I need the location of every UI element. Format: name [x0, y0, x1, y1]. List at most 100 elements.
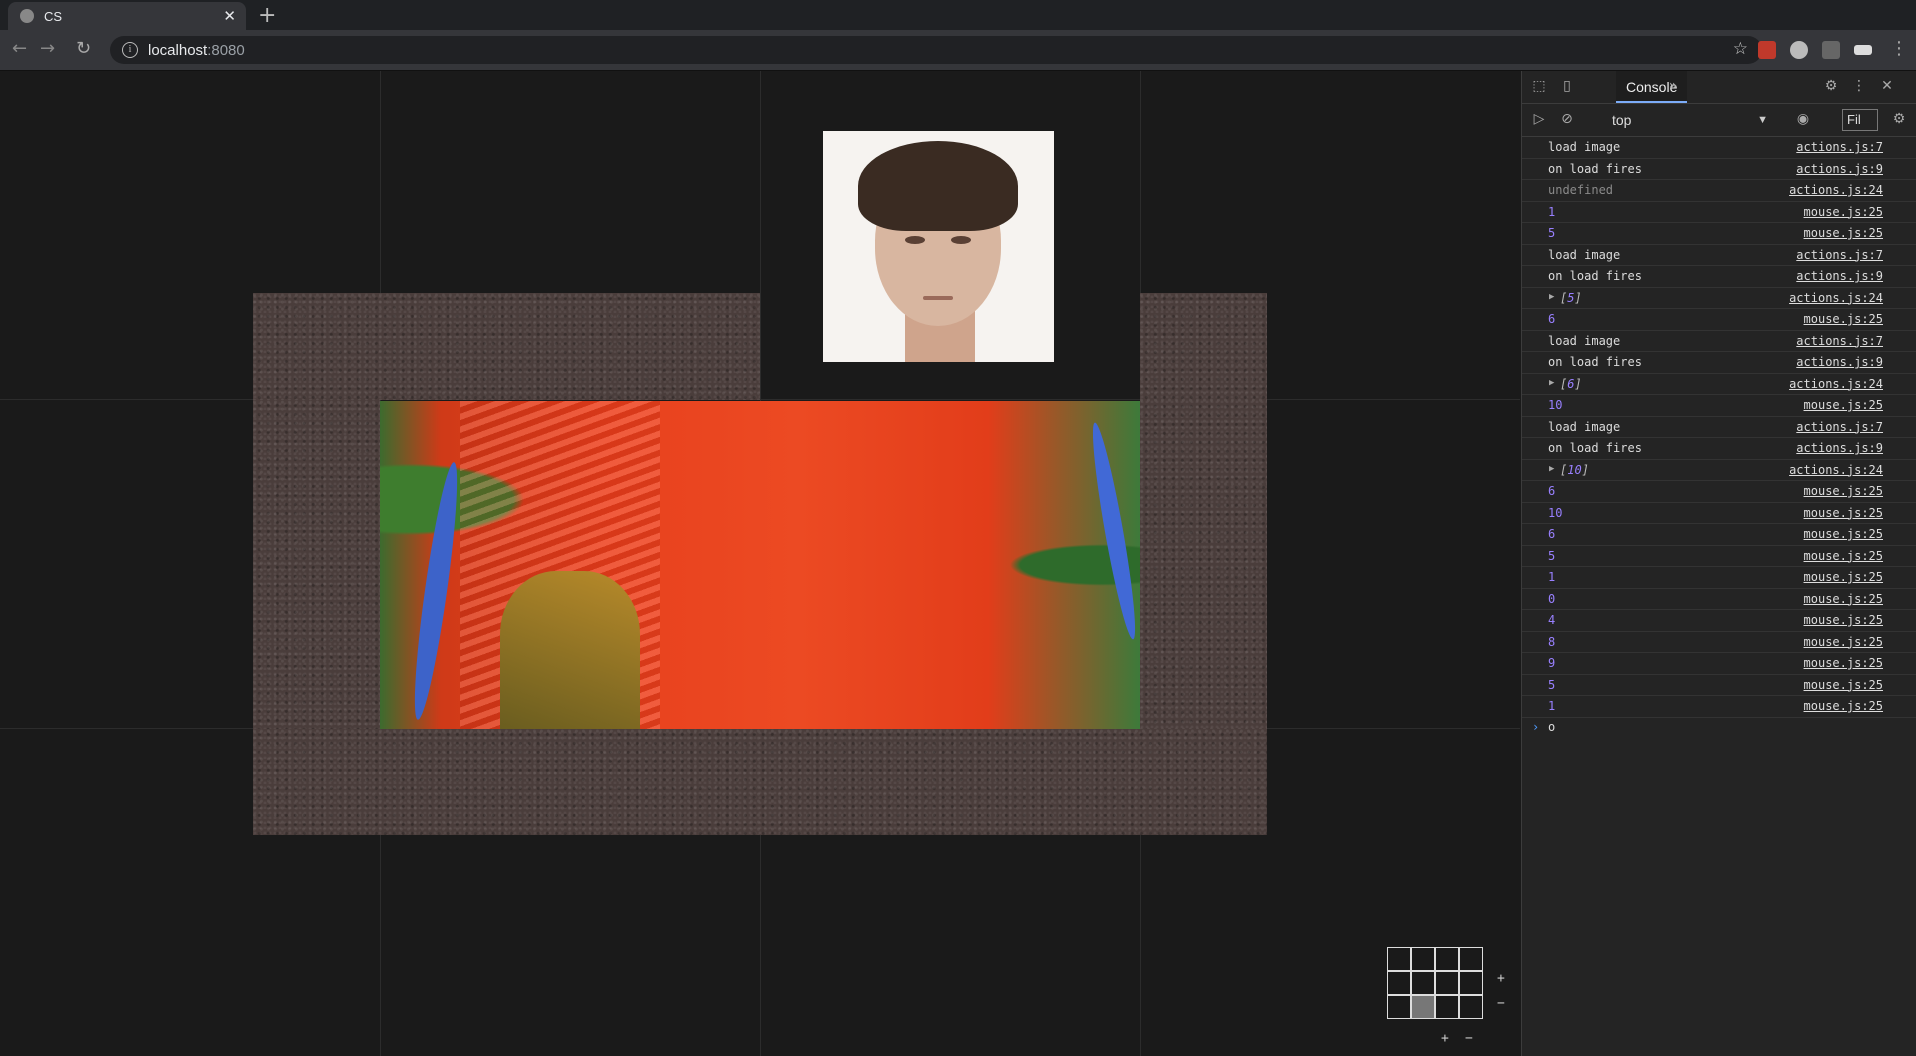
source-link[interactable]: mouse.js:25	[1804, 398, 1883, 412]
back-arrow-icon[interactable]: ←	[12, 38, 27, 59]
info-icon[interactable]: i	[122, 42, 138, 58]
extension-red-icon[interactable]	[1758, 41, 1776, 59]
new-tab-button[interactable]: +	[258, 3, 276, 28]
source-link[interactable]: mouse.js:25	[1804, 205, 1883, 219]
source-link[interactable]: actions.js:7	[1796, 248, 1883, 262]
minimap-cell[interactable]	[1435, 947, 1459, 971]
minimap-cell[interactable]	[1459, 971, 1483, 995]
console-log-row: 1 mouse.js:25	[1522, 202, 1916, 223]
console-log-row: on load fires actions.js:9	[1522, 352, 1916, 374]
minimap-cell[interactable]	[1459, 995, 1483, 1019]
console-message: 5	[1548, 548, 1556, 563]
source-link[interactable]: mouse.js:25	[1804, 613, 1883, 627]
source-link[interactable]: mouse.js:25	[1804, 312, 1883, 326]
devtools-tabbar: ⬚ ▯ Console » ⚙ ⋮ ✕	[1522, 71, 1916, 104]
minimap[interactable]	[1387, 947, 1485, 1021]
source-link[interactable]: actions.js:9	[1796, 441, 1883, 455]
console-message: load image	[1548, 140, 1621, 154]
device-toolbar-icon[interactable]: ▯	[1558, 78, 1576, 96]
source-link[interactable]: mouse.js:25	[1804, 635, 1883, 649]
minimap-cell[interactable]	[1435, 971, 1459, 995]
source-link[interactable]: actions.js:7	[1796, 420, 1883, 434]
minimap-cell[interactable]	[1411, 971, 1435, 995]
minimap-cell[interactable]	[1435, 995, 1459, 1019]
source-link[interactable]: actions.js:24	[1789, 183, 1883, 197]
source-link[interactable]: mouse.js:25	[1804, 570, 1883, 584]
browser-tab[interactable]: CS ✕	[8, 2, 246, 30]
stone-texture-tile	[253, 293, 760, 400]
source-link[interactable]: mouse.js:25	[1804, 699, 1883, 713]
reload-icon[interactable]: ↻	[76, 38, 91, 59]
forward-arrow-icon[interactable]: →	[40, 38, 55, 59]
source-link[interactable]: mouse.js:25	[1804, 678, 1883, 692]
console-message: 6	[1548, 527, 1556, 541]
close-tab-icon[interactable]: ✕	[223, 7, 236, 25]
console-message: on load fires	[1548, 355, 1642, 369]
clear-console-icon[interactable]: ⊘	[1558, 111, 1576, 129]
source-link[interactable]: mouse.js:25	[1804, 527, 1883, 541]
console-message: load image	[1548, 247, 1621, 262]
expand-triangle-icon[interactable]: ▶	[1549, 378, 1554, 388]
sidebar-toggle-icon[interactable]: ▷	[1530, 111, 1548, 129]
bookmark-star-icon[interactable]: ☆	[1733, 39, 1748, 59]
minimap-cell[interactable]	[1459, 947, 1483, 971]
console-log-row: 8 mouse.js:25	[1522, 632, 1916, 653]
zoom-out-bottom-button[interactable]: −	[1465, 1031, 1473, 1046]
extension-puzzle-icon[interactable]	[1822, 41, 1840, 59]
context-select[interactable]: top ▼	[1612, 109, 1768, 131]
menu-dots-icon[interactable]: ⋮	[1890, 38, 1908, 59]
settings-gear-icon[interactable]: ⚙	[1822, 78, 1840, 96]
console-message: [5]	[1560, 290, 1582, 305]
source-link[interactable]: mouse.js:25	[1804, 226, 1883, 240]
source-link[interactable]: actions.js:9	[1796, 162, 1883, 176]
source-link[interactable]: actions.js:24	[1789, 291, 1883, 305]
minimap-cell[interactable]	[1411, 947, 1435, 971]
parrot-image[interactable]	[380, 401, 1140, 729]
minimap-cell[interactable]	[1387, 971, 1411, 995]
more-tabs-icon[interactable]: »	[1664, 78, 1682, 96]
source-link[interactable]: mouse.js:25	[1804, 506, 1883, 520]
console-log-row: 5 mouse.js:25	[1522, 223, 1916, 245]
inspect-element-icon[interactable]: ⬚	[1530, 78, 1548, 96]
more-options-icon[interactable]: ⋮	[1850, 78, 1868, 96]
globe-icon	[20, 9, 34, 23]
address-bar[interactable]: i localhost:8080 ☆	[110, 36, 1762, 64]
source-link[interactable]: mouse.js:25	[1804, 592, 1883, 606]
console-log-row: 4 mouse.js:25	[1522, 610, 1916, 632]
source-link[interactable]: actions.js:9	[1796, 355, 1883, 369]
source-link[interactable]: actions.js:7	[1796, 334, 1883, 348]
minimap-cell[interactable]	[1387, 947, 1411, 971]
extension-compass-icon[interactable]	[1790, 41, 1808, 59]
source-link[interactable]: actions.js:7	[1796, 140, 1883, 154]
expand-triangle-icon[interactable]: ▶	[1549, 464, 1554, 474]
console-input[interactable]: o	[1548, 720, 1555, 734]
source-link[interactable]: mouse.js:25	[1804, 549, 1883, 563]
console-message: 1	[1548, 570, 1556, 584]
console-message: [6]	[1560, 376, 1582, 391]
console-message: on load fires	[1548, 269, 1642, 283]
close-devtools-icon[interactable]: ✕	[1878, 78, 1896, 96]
zoom-in-bottom-button[interactable]: +	[1441, 1031, 1449, 1046]
zoom-in-side-button[interactable]: +	[1497, 971, 1505, 986]
console-message: load image	[1548, 333, 1621, 348]
console-log-row: load image actions.js:7	[1522, 245, 1916, 266]
source-link[interactable]: mouse.js:25	[1804, 484, 1883, 498]
minimap-cell[interactable]	[1411, 995, 1435, 1019]
filter-input[interactable]: Fil	[1842, 109, 1878, 131]
minimap-cell[interactable]	[1387, 995, 1411, 1019]
devtools-panel: ⬚ ▯ Console » ⚙ ⋮ ✕ ▷ ⊘ top ▼ ◉ Fil ⚙ lo…	[1521, 71, 1916, 1056]
console-log-row: on load fires actions.js:9	[1522, 266, 1916, 288]
source-link[interactable]: actions.js:24	[1789, 377, 1883, 391]
source-link[interactable]: actions.js:24	[1789, 463, 1883, 477]
live-expression-eye-icon[interactable]: ◉	[1794, 111, 1812, 129]
extension-profile-icon[interactable]	[1854, 45, 1872, 55]
console-settings-gear-icon[interactable]: ⚙	[1890, 111, 1908, 129]
console-message: undefined	[1548, 183, 1614, 197]
expand-triangle-icon[interactable]: ▶	[1549, 292, 1554, 302]
portrait-image[interactable]	[823, 131, 1054, 362]
source-link[interactable]: mouse.js:25	[1804, 656, 1883, 670]
browser-tabbar: CS ✕ +	[0, 0, 1916, 30]
zoom-out-side-button[interactable]: −	[1497, 996, 1505, 1011]
console-prompt[interactable]: › o	[1522, 718, 1916, 738]
source-link[interactable]: actions.js:9	[1796, 269, 1883, 283]
